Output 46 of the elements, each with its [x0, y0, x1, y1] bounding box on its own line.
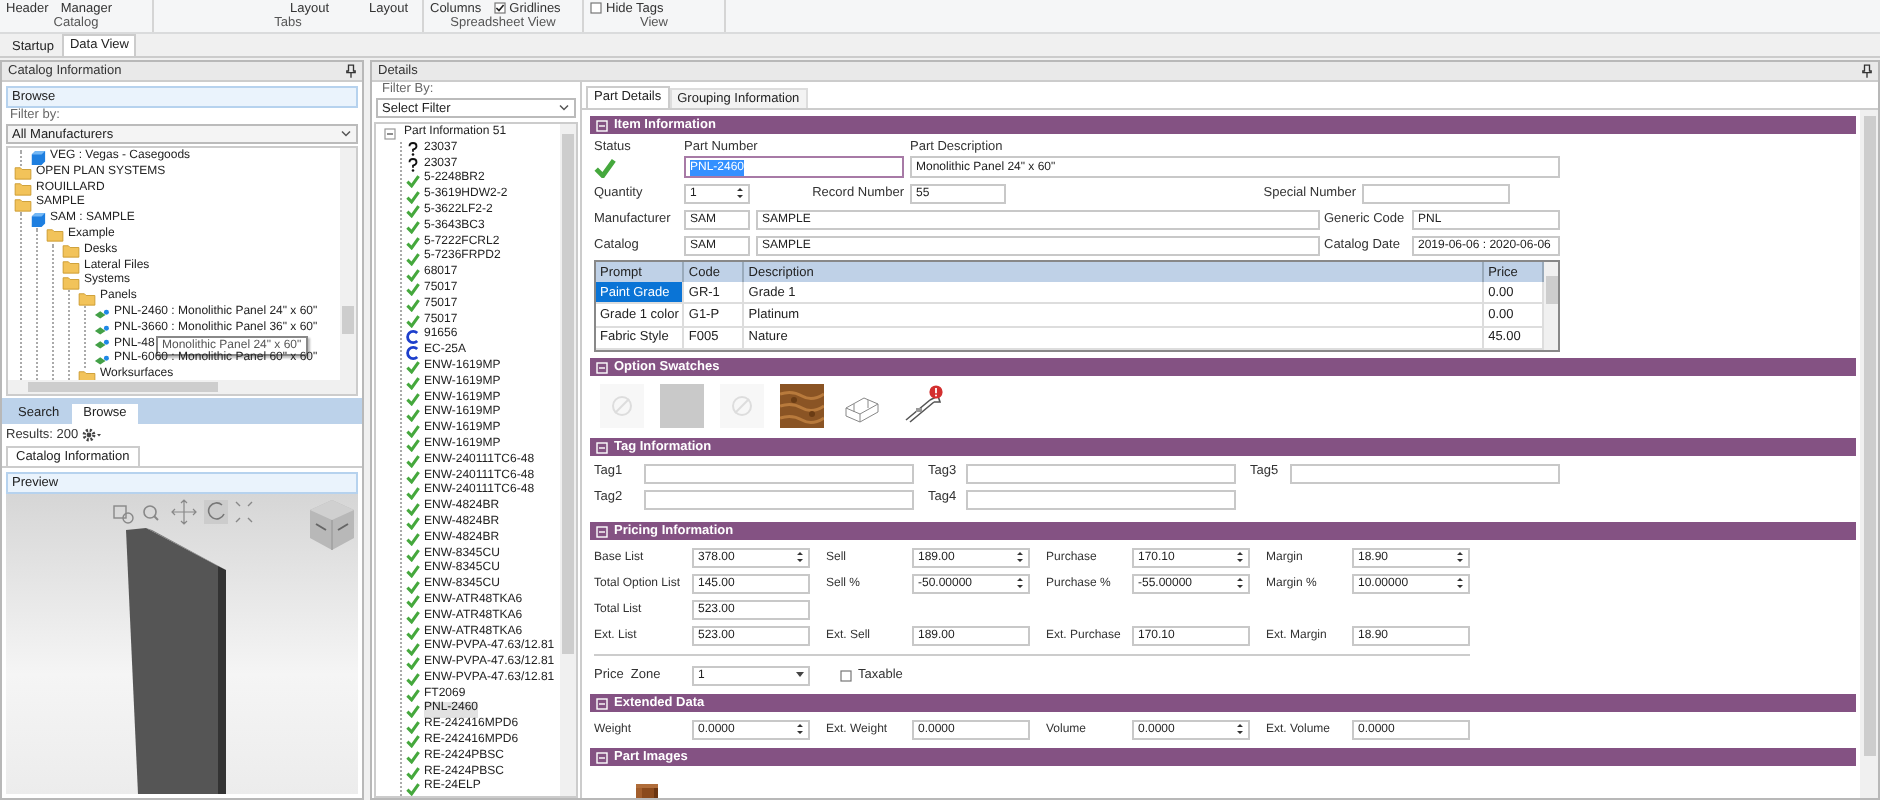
checked-checkbox[interactable]	[493, 2, 506, 14]
rotate-icon[interactable]	[204, 500, 228, 524]
spinner-arrows-icon	[1236, 576, 1244, 590]
fit-view-icon[interactable]	[235, 501, 253, 523]
zoom-icon[interactable]	[143, 505, 159, 521]
pin-icon	[346, 64, 356, 78]
spinner-arrows-icon	[1456, 576, 1464, 590]
vertical-scrollbar[interactable]	[340, 148, 356, 380]
chevron-down-icon	[796, 672, 804, 678]
spinner-arrows-icon	[796, 722, 804, 736]
cube-icon	[30, 149, 46, 166]
tool-drawing[interactable]	[900, 384, 944, 428]
spinner-arrows-icon	[796, 550, 804, 564]
chevron-down-icon	[340, 130, 352, 138]
pin-icon	[1862, 64, 1872, 78]
checkbox[interactable]	[590, 2, 602, 14]
zoom-window-icon[interactable]	[113, 505, 134, 524]
spinner-arrows-icon	[1016, 576, 1024, 590]
pan-icon[interactable]	[171, 499, 197, 525]
view-cube-icon[interactable]	[310, 500, 354, 551]
part-icon	[94, 354, 110, 367]
wood-swatch[interactable]	[780, 384, 824, 428]
spinner-arrows-icon	[1236, 550, 1244, 564]
spinner-arrows-icon	[1016, 550, 1024, 564]
text-field[interactable]	[1362, 183, 1510, 203]
vertical-scrollbar[interactable]	[1544, 262, 1558, 350]
text-field[interactable]	[644, 464, 914, 484]
collapse-icon[interactable]	[384, 127, 396, 140]
checkbox[interactable]	[840, 669, 852, 681]
spinner-arrows-icon	[1456, 550, 1464, 564]
gear-icon[interactable]	[82, 427, 103, 441]
3d-viewport[interactable]	[6, 494, 358, 794]
spinner-arrows-icon	[1236, 722, 1244, 736]
chevron-down-icon	[558, 104, 570, 112]
horizontal-scrollbar[interactable]	[8, 380, 356, 394]
vertical-scrollbar[interactable]	[1860, 110, 1878, 798]
cube-icon	[30, 212, 46, 229]
alert-badge-icon	[929, 385, 943, 399]
spinner-arrows-icon	[736, 186, 744, 200]
plain-swatch[interactable]	[660, 384, 704, 428]
text-field[interactable]	[966, 464, 1236, 484]
text-field[interactable]	[644, 490, 914, 510]
vertical-scrollbar[interactable]	[560, 124, 576, 796]
text-field[interactable]	[1290, 464, 1560, 484]
part-icon	[94, 307, 110, 320]
text-field[interactable]	[966, 490, 1236, 510]
